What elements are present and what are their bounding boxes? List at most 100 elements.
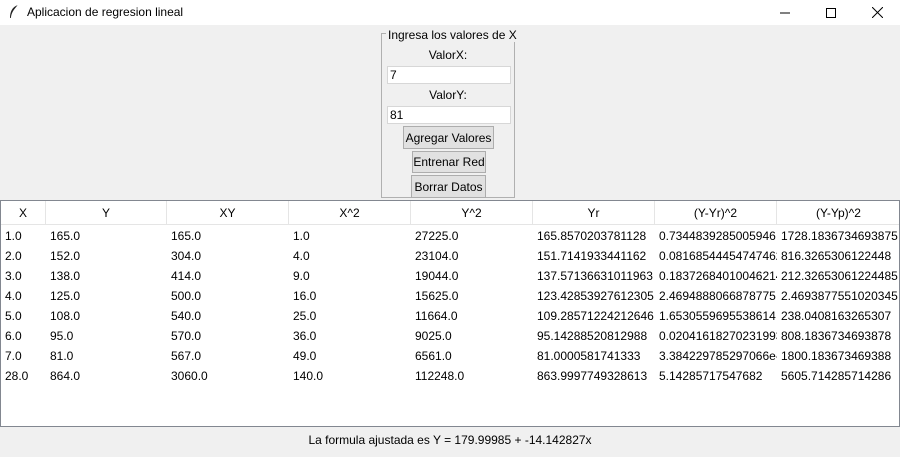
- table-cell: 95.0: [50, 329, 74, 343]
- table-cell: 81.0000581741333: [537, 349, 641, 363]
- column-header[interactable]: Y^2: [411, 201, 533, 225]
- column-header[interactable]: Yr: [533, 201, 655, 225]
- table-cell: 7.0: [5, 349, 22, 363]
- table-cell: 5.0: [5, 309, 22, 323]
- title-bar: Aplicacion de regresion lineal: [0, 0, 900, 25]
- table-cell: 165.8570203781128: [537, 229, 647, 243]
- table-cell: 140.0: [293, 369, 324, 383]
- table-cell: 0.18372684010046214: [659, 269, 777, 283]
- table-cell: 0.08168544454747462: [659, 249, 777, 263]
- table-cell: 2.4694888066878775: [659, 289, 776, 303]
- table-row[interactable]: 1.0 165.0 165.0 1.0 27225.0 165.8570203781128…: [1, 226, 899, 246]
- table-cell: 808.1836734693878: [781, 329, 892, 343]
- close-button[interactable]: [854, 0, 900, 25]
- table-cell: 1.0: [5, 229, 22, 243]
- column-header[interactable]: (Y-Yp)^2: [777, 201, 899, 225]
- column-header[interactable]: Y: [46, 201, 167, 225]
- table-cell: 3.0: [5, 269, 22, 283]
- table-cell: 4.0: [293, 249, 310, 263]
- table-cell: 6561.0: [415, 349, 452, 363]
- table-cell: 15625.0: [415, 289, 459, 303]
- table-cell: 16.0: [293, 289, 317, 303]
- table-cell: 238.0408163265307: [781, 309, 892, 323]
- table-cell: 108.0: [50, 309, 81, 323]
- table-cell: 23104.0: [415, 249, 459, 263]
- table-cell: 4.0: [5, 289, 22, 303]
- table-cell: 1.0: [293, 229, 310, 243]
- y-value-label: ValorY:: [429, 88, 467, 102]
- group-title: Ingresa los valores de X: [386, 28, 519, 42]
- table-cell: 28.0: [5, 369, 29, 383]
- x-value-label: ValorX:: [428, 48, 468, 62]
- table-row[interactable]: 7.0 81.0 567.0 49.0 6561.0 81.0000581741333 3.…: [1, 346, 899, 366]
- table-cell: 19044.0: [415, 269, 459, 283]
- table-cell: 3.384229785297066e-0: [659, 349, 777, 363]
- table-cell: 5605.714285714286: [781, 369, 892, 383]
- table-cell: 2.4693877551020345: [781, 289, 898, 303]
- table-cell: 0.020416182702319937: [659, 329, 777, 343]
- minimize-button[interactable]: [762, 0, 808, 25]
- table-cell: 864.0: [50, 369, 81, 383]
- table-cell: 165.0: [171, 229, 202, 243]
- table-cell: 152.0: [50, 249, 81, 263]
- table-cell: 0.7344839285005946: [659, 229, 776, 243]
- table-cell: 81.0: [50, 349, 74, 363]
- table-header: X Y XY X^2 Y^2 Yr (Y-Yr)^2 (Y-Yp)^2: [1, 201, 899, 226]
- maximize-button[interactable]: [808, 0, 854, 25]
- table-cell: 138.0: [50, 269, 81, 283]
- table-row[interactable]: 4.0 125.0 500.0 16.0 15625.0 123.428539276123…: [1, 286, 899, 306]
- train-button[interactable]: Entrenar Red: [412, 151, 486, 173]
- table-row[interactable]: 28.0 864.0 3060.0 140.0 112248.0 863.99977493…: [1, 366, 899, 386]
- results-table[interactable]: X Y XY X^2 Y^2 Yr (Y-Yr)^2 (Y-Yp)^2 1.0 165.0 165…: [0, 200, 900, 427]
- table-cell: 863.9997749328613: [537, 369, 648, 383]
- table-cell: 212.32653061224485: [781, 269, 898, 283]
- table-row[interactable]: 2.0 152.0 304.0 4.0 23104.0 151.7141933441162…: [1, 246, 899, 266]
- table-cell: 11664.0: [415, 309, 458, 323]
- table-cell: 112248.0: [415, 369, 465, 383]
- table-cell: 540.0: [171, 309, 202, 323]
- add-values-button[interactable]: Agregar Valores: [403, 126, 494, 149]
- table-cell: 125.0: [50, 289, 81, 303]
- minimize-icon: [780, 12, 790, 13]
- table-cell: 414.0: [171, 269, 202, 283]
- table-cell: 25.0: [293, 309, 317, 323]
- table-cell: 2.0: [5, 249, 22, 263]
- table-cell: 137.57136631011963: [537, 269, 653, 283]
- table-cell: 816.3265306122448: [781, 249, 892, 263]
- window-title: Aplicacion de regresion lineal: [27, 5, 184, 19]
- y-value-input[interactable]: [387, 106, 511, 124]
- table-cell: 567.0: [171, 349, 202, 363]
- table-cell: 3060.0: [171, 369, 208, 383]
- table-row[interactable]: 5.0 108.0 540.0 25.0 11664.0 109.285712242126…: [1, 306, 899, 326]
- table-row[interactable]: 3.0 138.0 414.0 9.0 19044.0 137.5713663101196…: [1, 266, 899, 286]
- feather-icon: [6, 4, 22, 20]
- formula-text: La formula ajustada es Y = 179.99985 + -…: [308, 433, 592, 447]
- column-header[interactable]: (Y-Yr)^2: [655, 201, 777, 225]
- clear-data-button[interactable]: Borrar Datos: [411, 175, 486, 198]
- table-cell: 5.14285717547682: [659, 369, 763, 383]
- maximize-icon: [826, 7, 836, 18]
- table-cell: 6.0: [5, 329, 22, 343]
- table-cell: 27225.0: [415, 229, 459, 243]
- table-cell: 36.0: [293, 329, 317, 343]
- close-icon: [871, 7, 883, 18]
- table-cell: 570.0: [171, 329, 202, 343]
- table-cell: 109.28571224212646: [537, 309, 654, 323]
- table-cell: 500.0: [171, 289, 202, 303]
- table-cell: 9025.0: [415, 329, 452, 343]
- table-cell: 1.6530559695538614: [659, 309, 776, 323]
- table-cell: 165.0: [50, 229, 81, 243]
- table-cell: 123.42853927612305: [537, 289, 654, 303]
- column-header[interactable]: XY: [167, 201, 289, 225]
- x-value-input[interactable]: [387, 66, 511, 84]
- column-header[interactable]: X^2: [289, 201, 411, 225]
- table-cell: 304.0: [171, 249, 202, 263]
- table-cell: 1728.1836734693875: [781, 229, 898, 243]
- table-row[interactable]: 6.0 95.0 570.0 36.0 9025.0 95.14288520812988 0…: [1, 326, 899, 346]
- table-cell: 1800.183673469388: [781, 349, 892, 363]
- table-cell: 95.14288520812988: [537, 329, 648, 343]
- table-cell: 49.0: [293, 349, 317, 363]
- column-header[interactable]: X: [1, 201, 46, 225]
- table-cell: 9.0: [293, 269, 310, 283]
- table-cell: 151.7141933441162: [537, 249, 647, 263]
